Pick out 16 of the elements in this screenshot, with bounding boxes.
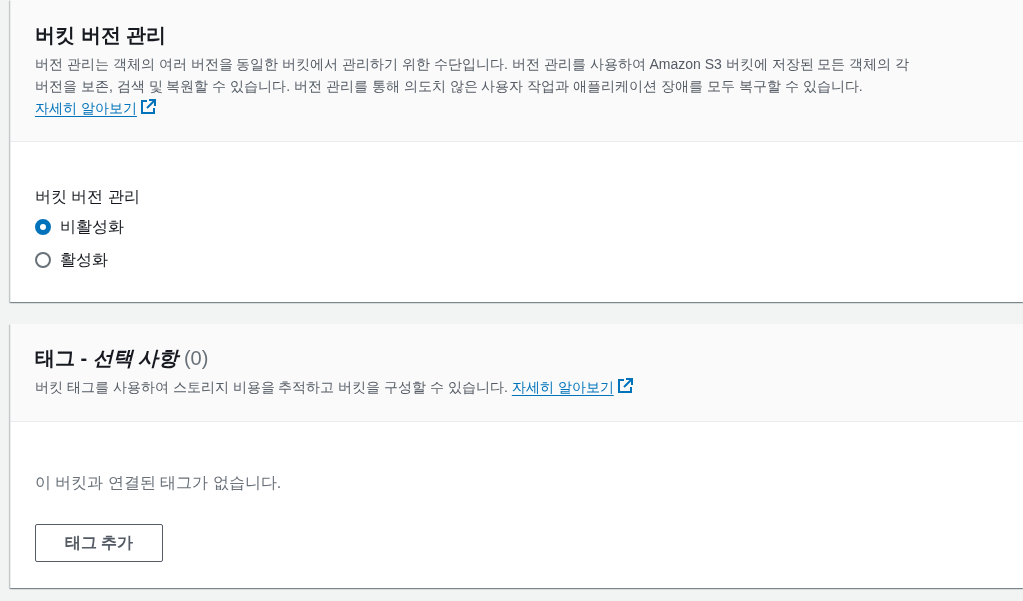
field-label: 버킷 버전 관리	[35, 187, 141, 207]
add-tag-button[interactable]: 태그 추가	[35, 524, 163, 562]
panel-description: 버킷 태그를 사용하여 스토리지 비용을 추적하고 버킷을 구성할 수 있습니다. 자세히 알아보기	[35, 376, 995, 398]
option-label: 비활성화	[60, 216, 124, 237]
external-link-icon	[616, 378, 633, 394]
panel-title: 버킷 버전 관리	[35, 23, 168, 48]
radio-button[interactable]	[35, 218, 51, 235]
panel-title: 태그 - 선택 사항	[35, 347, 179, 369]
tag-count: (0)	[183, 347, 209, 369]
radio-button[interactable]	[35, 251, 51, 268]
learn-more-link[interactable]: 자세히 알아보기	[511, 379, 614, 395]
external-link-icon	[139, 99, 156, 115]
empty-message: 이 버킷과 연결된 태그가 없습니다.	[35, 473, 283, 493]
option-label: 활성화	[60, 249, 108, 270]
learn-more-link[interactable]: 자세히 알아보기	[35, 100, 137, 116]
panel-description: 버전 관리는 객체의 여러 버전을 동일한 버킷에서 관리하기 위한 수단입니다. 버전 관리를 사용하여 Amazon S3 버킷에 저장된 모든 객체의 각 버전을 보존, 검색 및 복원할 수 있습니다. 버전 관리를 통해 의도치 않은 사용자 작업과 애플리케이션 장애를 모두 복구할 수 있습니다. 자세히 알아보기	[35, 55, 911, 118]
